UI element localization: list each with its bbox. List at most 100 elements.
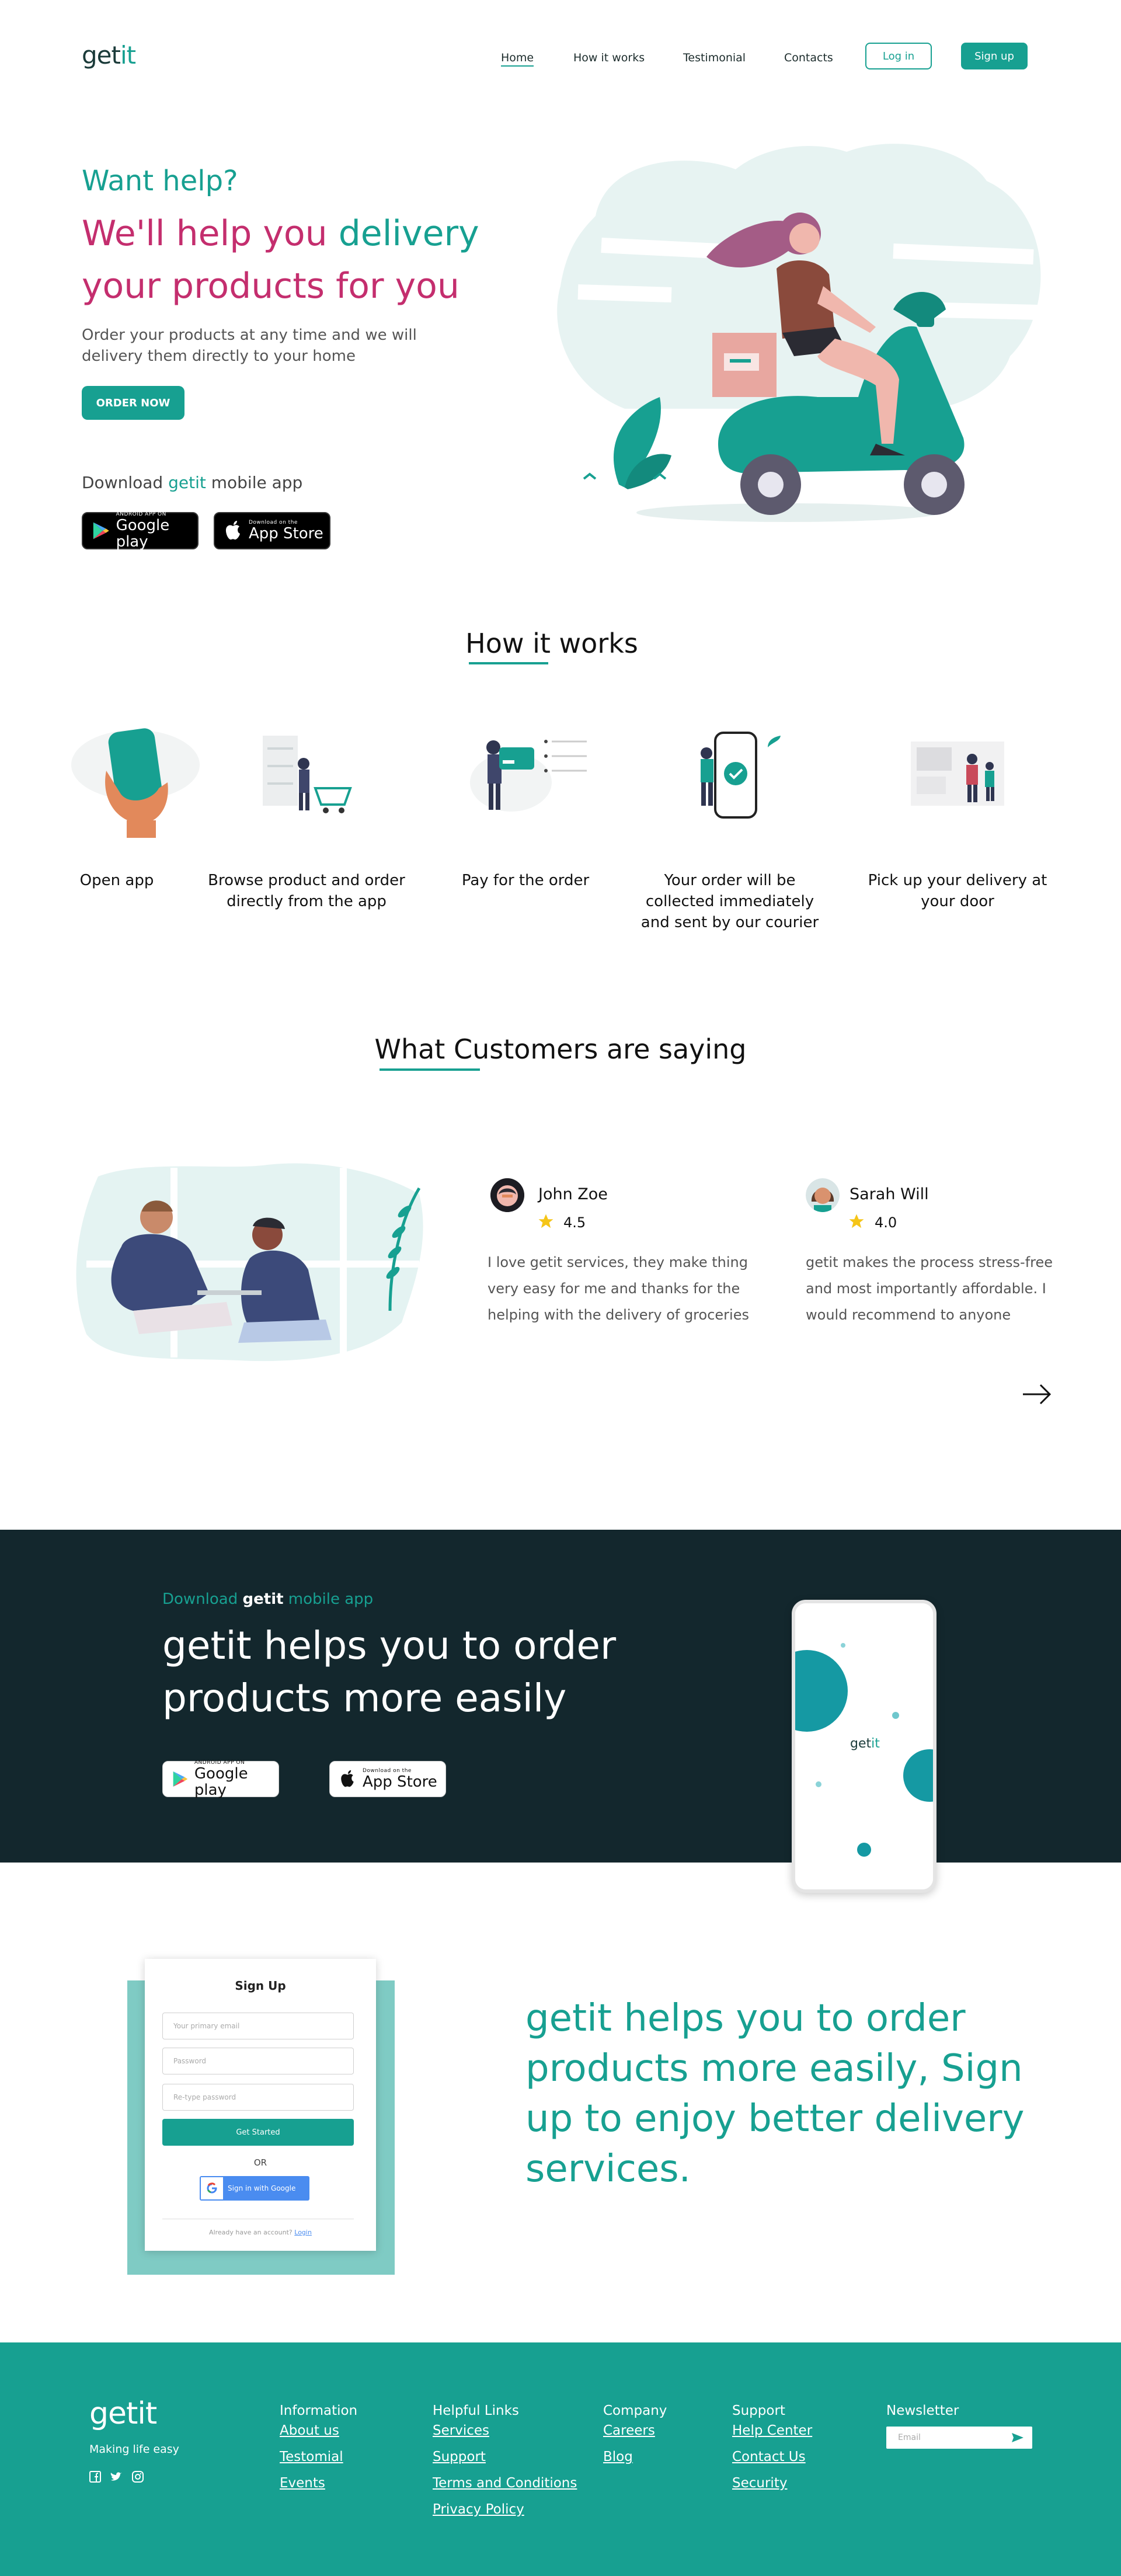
nav-home[interactable]: Home	[501, 51, 534, 67]
phone-mockup: getit	[792, 1600, 937, 1893]
pickup-delivery-illustration	[911, 742, 1004, 806]
apple-icon	[341, 1770, 354, 1787]
footer-link-careers[interactable]: Careers	[603, 2423, 655, 2438]
signup-cta-text: getit helps you to order products more e…	[525, 1997, 1025, 2191]
pay-order-illustration	[470, 740, 587, 812]
hero-title-highlight: delivery	[338, 213, 479, 254]
signup-card: Sign Up Your primary email Password Re-t…	[145, 1959, 376, 2251]
newsletter-email-input[interactable]: Email	[886, 2427, 1032, 2449]
retype-password-field[interactable]: Re-type password	[162, 2084, 354, 2111]
testimonial-name-1: John Zoe	[538, 1185, 608, 1203]
app-store-text: Download on the App Store	[249, 520, 323, 542]
phone-logo-suffix: it	[871, 1736, 880, 1751]
have-account-text: Already have an account? Login	[145, 2229, 376, 2236]
avatar-sarah-will-image	[806, 1178, 840, 1212]
footer-link-security[interactable]: Security	[732, 2476, 787, 2491]
logo[interactable]: getit	[82, 41, 136, 69]
get-started-button[interactable]: Get Started	[162, 2119, 354, 2146]
order-now-button[interactable]: ORDER NOW	[82, 386, 184, 420]
twitter-icon[interactable]	[110, 2471, 123, 2483]
star-icon	[538, 1214, 553, 1228]
arrow-right-icon[interactable]	[1022, 1383, 1052, 1406]
google-g-icon	[207, 2182, 217, 2194]
phone-logo: getit	[850, 1736, 880, 1751]
email-field[interactable]: Your primary email	[162, 2013, 354, 2039]
order-collected-illustration	[701, 732, 781, 819]
signup-title: Sign Up	[235, 1979, 286, 1993]
testimonial-rating-1: 4.5	[563, 1214, 586, 1231]
promo-app-store-text: Download on the App Store	[363, 1768, 437, 1790]
login-button[interactable]: Log in	[865, 43, 932, 69]
avatar-sarah-will	[806, 1178, 840, 1212]
promo-pre-brand: getit	[242, 1590, 284, 1608]
app-store-big: App Store	[249, 525, 323, 542]
footer-link-contact-us[interactable]: Contact Us	[732, 2449, 806, 2464]
step-pay: Pay for the order	[461, 872, 590, 889]
promo-google-big: Google play	[194, 1765, 248, 1799]
hero-pre-title: Want help?	[82, 165, 238, 197]
promo-app-store-badge[interactable]: Download on the App Store	[329, 1761, 446, 1797]
promo-apple-big: App Store	[363, 1773, 437, 1791]
hero-description: Order your products at any time and we w…	[82, 326, 417, 365]
step-browse-order: Browse product and order directly from t…	[208, 872, 405, 910]
delivery-scooter-illustration	[557, 144, 1041, 522]
hero-title-part1: We'll help you	[82, 213, 339, 254]
promo-download-text: Download getit mobile app	[162, 1590, 373, 1608]
nav-how-it-works[interactable]: How it works	[573, 51, 645, 64]
google-play-text: ANDROID APP ON Google play	[116, 511, 197, 550]
nav-contacts[interactable]: Contacts	[784, 51, 833, 64]
avatar-john-zoe-image	[490, 1178, 524, 1212]
download-brand: getit	[168, 473, 206, 492]
google-signin-button[interactable]: Sign in with Google	[200, 2176, 309, 2201]
hero-title-part2: your products for you	[82, 266, 459, 307]
avatar-john-zoe	[490, 1178, 524, 1212]
footer-link-about-us[interactable]: About us	[280, 2423, 339, 2438]
nav-testimonial[interactable]: Testimonial	[683, 51, 746, 64]
testimonial-name-2: Sarah Will	[850, 1185, 929, 1203]
step-pickup: Pick up your delivery at your door	[868, 872, 1047, 910]
footer-logo[interactable]: getit	[89, 2396, 157, 2431]
hero-title: We'll help you delivery your products fo…	[82, 207, 549, 312]
logo-suffix: it	[120, 41, 136, 69]
download-prefix: Download	[82, 473, 169, 492]
customers-talking-illustration	[76, 1163, 423, 1362]
step-collected-sent: Your order will be collected immediately…	[640, 872, 819, 931]
promo-google-play-badge[interactable]: ANDROID APP ON Google play	[162, 1760, 279, 1798]
promo-google-play-text: ANDROID APP ON Google play	[194, 1760, 278, 1798]
footer-link-privacy[interactable]: Privacy Policy	[433, 2502, 524, 2517]
google-play-big: Google play	[116, 517, 170, 551]
promo-pre-suffix: mobile app	[283, 1590, 374, 1608]
app-store-badge[interactable]: Download on the App Store	[214, 512, 330, 549]
google-play-badge[interactable]: ANDROID APP ON Google play	[82, 511, 199, 550]
footer-link-support[interactable]: Support	[433, 2449, 486, 2464]
send-icon[interactable]	[1011, 2432, 1024, 2443]
footer-col-company: Company	[603, 2403, 667, 2418]
footer-col-information: Information	[280, 2403, 358, 2418]
promo-title: getit helps you to order products more e…	[162, 1623, 617, 1721]
footer-link-help-center[interactable]: Help Center	[732, 2423, 812, 2438]
facebook-icon[interactable]	[89, 2471, 101, 2483]
have-account-label: Already have an account?	[209, 2229, 293, 2236]
signup-button[interactable]: Sign up	[961, 43, 1028, 69]
google-g-icon-wrap	[201, 2177, 223, 2199]
download-app-text: Download getit mobile app	[82, 473, 302, 492]
password-field[interactable]: Password	[162, 2048, 354, 2074]
footer-link-events[interactable]: Events	[280, 2476, 325, 2491]
footer-link-testomial[interactable]: Testomial	[280, 2449, 343, 2464]
footer-col-support: Support	[732, 2403, 785, 2418]
footer-link-terms[interactable]: Terms and Conditions	[433, 2476, 577, 2491]
footer-logo-prefix: get	[89, 2396, 138, 2431]
footer-logo-suffix: it	[137, 2396, 157, 2431]
footer-link-blog[interactable]: Blog	[603, 2449, 633, 2464]
testimonials-title: What Customers are saying	[374, 1033, 747, 1065]
login-link[interactable]: Login	[294, 2229, 312, 2236]
star-icon	[849, 1214, 864, 1228]
instagram-icon[interactable]	[132, 2471, 144, 2483]
footer-link-services[interactable]: Services	[433, 2423, 489, 2438]
open-app-illustration	[71, 728, 200, 838]
testimonials-underline	[380, 1068, 480, 1071]
footer: getit Making life easy Information About…	[0, 2342, 1121, 2576]
google-play-icon	[93, 522, 109, 539]
or-divider: OR	[253, 2157, 267, 2168]
testimonial-rating-2: 4.0	[875, 1214, 897, 1231]
